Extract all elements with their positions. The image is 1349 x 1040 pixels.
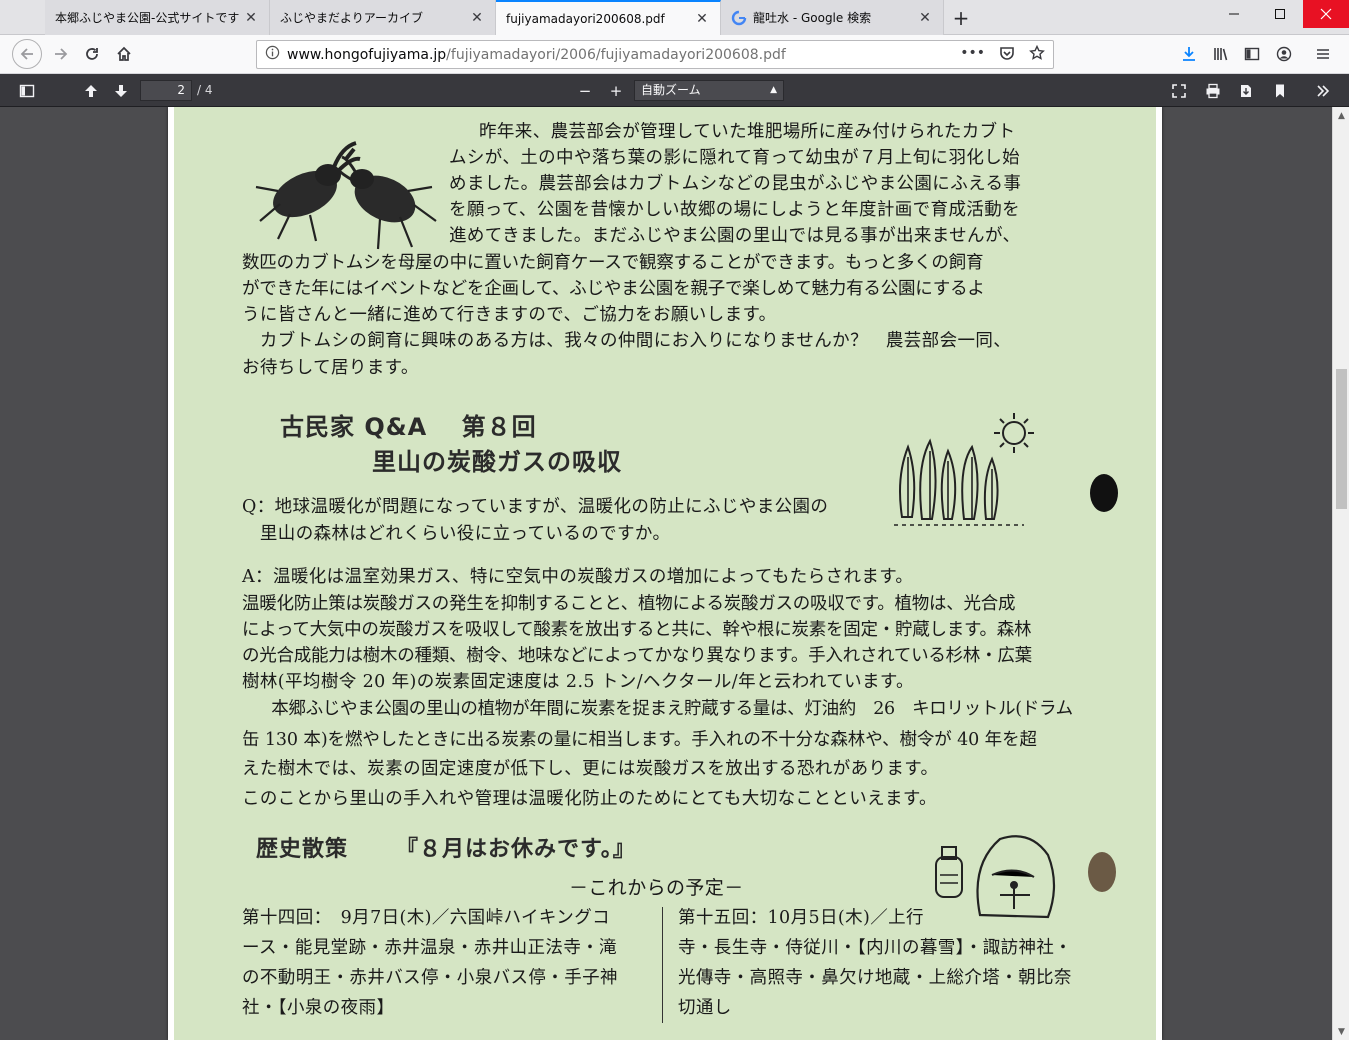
page-number-input[interactable]: 2 (140, 80, 192, 101)
new-tab-button[interactable]: + (944, 0, 978, 35)
history-title: 歴史散策 (256, 837, 349, 862)
pocket-icon[interactable] (999, 45, 1015, 65)
pdf-viewer[interactable]: 昨年来、農芸部会が管理していた堆肥場所に産み付けられたカブト ムシが、土の中や落… (0, 107, 1349, 1040)
punch-hole (1090, 474, 1118, 512)
close-tab-icon[interactable]: ✕ (469, 10, 485, 26)
vertical-scrollbar[interactable]: ▲ ▼ (1332, 107, 1349, 1040)
toggle-sidebar-icon[interactable] (14, 78, 40, 103)
reload-icon[interactable] (77, 39, 107, 69)
url-text[interactable]: www.hongofujiyama.jp/fujiyamadayori/2006… (287, 47, 960, 63)
chevron-updown-icon: ▲ (770, 85, 777, 95)
intro-line: を願って、公園を昔懐かしい故郷の場にしようと年度計画で育成活動を (449, 200, 1021, 220)
bookmark-star-icon[interactable] (1029, 44, 1045, 65)
answer-line: の光合成能力は樹木の種類、樹令、地味などによってかなり異なります。手入れされてい… (242, 646, 1032, 666)
print-icon[interactable] (1200, 78, 1226, 103)
zoom-in-button[interactable]: + (603, 78, 629, 103)
scroll-up-icon[interactable]: ▲ (1333, 107, 1349, 124)
intro-line: うに皆さんと一緒に進めて行きますので、ご協力をお願いします。 (242, 305, 777, 325)
tab-label: ふじやまだよりアーカイブ (280, 11, 424, 25)
forest-illustration (894, 413, 1034, 526)
download-icon[interactable] (1174, 39, 1204, 69)
schedule-left-line: の不動明王・赤井バス停・小泉バス停・手子神 (242, 968, 618, 988)
schedule-right-line: 寺・長生寺・侍従川・【内川の暮雪】・諏訪神社・ (678, 938, 1073, 958)
close-tab-icon[interactable]: ✕ (243, 10, 259, 26)
zoom-select[interactable]: 自動ズーム ▲ (634, 80, 784, 101)
account-icon[interactable] (1269, 39, 1299, 69)
maximize-icon[interactable] (1257, 0, 1303, 28)
schedule-title: －これからの予定－ (569, 877, 744, 899)
answer-line: このことから里山の手入れや管理は温暖化防止のためにとても大切なことといえます。 (242, 789, 937, 809)
bookmark-icon[interactable] (1267, 78, 1293, 103)
previous-page-icon[interactable] (78, 78, 104, 103)
tab-archive[interactable]: ふじやまだよりアーカイブ ✕ (270, 0, 496, 35)
schedule-right-line: 第十五回：10月5日(木)／上行 (678, 908, 924, 928)
url-path: /fujiyamadayori/2006/fujiyamadayori20060… (446, 46, 786, 63)
schedule-right-line: 光傳寺・高照寺・鼻欠け地蔵・上総介塔・朝比奈 (678, 968, 1072, 988)
navigation-toolbar: www.hongofujiyama.jp/fujiyamadayori/2006… (0, 35, 1349, 74)
tab-strip: 本郷ふじやま公園-公式サイトです ✕ ふじやまだよりアーカイブ ✕ fujiya… (0, 0, 1349, 36)
answer-line: 本郷ふじやま公園の里山の植物が年間に炭素を捉まえ貯蔵する量は、灯油約 26 キロ… (254, 699, 1073, 719)
tab-label: fujiyamadayori200608.pdf (506, 12, 665, 26)
pdf-page: 昨年来、農芸部会が管理していた堆肥場所に産み付けられたカブト ムシが、土の中や落… (168, 107, 1162, 1040)
window-close-icon[interactable] (1303, 0, 1349, 28)
tab-hongofujiyama[interactable]: 本郷ふじやま公園-公式サイトです ✕ (45, 0, 270, 35)
scrollbar-thumb[interactable] (1336, 369, 1347, 509)
tab-label: 本郷ふじやま公園-公式サイトです (55, 11, 240, 25)
punch-hole (1088, 852, 1116, 892)
intro-line: めました。農芸部会はカブトムシなどの昆虫がふじやま公園にふえる事 (449, 174, 1022, 194)
schedule-left-line: 第十四回： 9月7日(木)／六国峠ハイキングコ (242, 908, 610, 928)
schedule-left-line: 社・【小泉の夜雨】 (242, 998, 395, 1018)
schedule-left-line: ース・能見堂跡・赤井温泉・赤井山正法寺・滝 (242, 938, 618, 958)
newsletter-paper: 昨年来、農芸部会が管理していた堆肥場所に産み付けられたカブト ムシが、土の中や落… (174, 107, 1156, 1040)
backpack-illustration (935, 835, 1056, 919)
close-tab-icon[interactable]: ✕ (694, 11, 710, 27)
close-tab-icon[interactable]: ✕ (917, 10, 933, 26)
zoom-out-button[interactable]: − (572, 78, 598, 103)
home-icon[interactable] (109, 39, 139, 69)
intro-line: カブトムシの飼育に興味のある方は、我々の仲間にお入りになりませんか？ 農芸部会一… (242, 331, 1012, 351)
tab-label: 龍吐水 - Google 検索 (753, 11, 872, 25)
tools-chevron-icon[interactable] (1310, 78, 1336, 103)
url-host: www.hongofujiyama.jp (287, 46, 447, 63)
answer-line: 温暖化防止策は炭酸ガスの発生を抑制することと、植物による炭酸ガスの吸収です。植物… (242, 594, 1016, 614)
zoom-select-value: 自動ズーム (641, 83, 701, 97)
answer-line: えた樹木では、炭素の固定速度が低下し、更には炭酸ガスを放出する恐れがあります。 (242, 759, 939, 779)
intro-line: ができた年にはイベントなどを企画して、ふじやま公園を親子で楽しめて魅力有る公園に… (242, 279, 985, 299)
library-icon[interactable] (1206, 39, 1236, 69)
menu-icon[interactable] (1308, 39, 1338, 69)
intro-line: ムシが、土の中や落ち葉の影に隠れて育って幼虫が７月上旬に羽化し始 (449, 148, 1021, 168)
qa-subtitle: 里山の炭酸ガスの吸収 (372, 448, 622, 476)
minimize-icon[interactable] (1211, 0, 1257, 28)
intro-line: 昨年来、農芸部会が管理していた堆肥場所に産み付けられたカブト (479, 122, 1016, 142)
url-bar[interactable]: www.hongofujiyama.jp/fujiyamadayori/2006… (256, 40, 1054, 69)
presentation-mode-icon[interactable] (1166, 78, 1192, 103)
answer-line: 缶 130 本)を燃やしたときに出る炭素の量に相当します。手入れの不十分な森林や… (242, 730, 1037, 750)
intro-line: 数匹のカブトムシを母屋の中に置いた飼育ケースで観察することができます。もっと多く… (242, 253, 984, 273)
answer-line: 樹林(平均樹令 20 年)の炭素固定速度は 2.5 トン/ヘクタール/年と云われ… (242, 672, 914, 692)
info-icon[interactable] (257, 45, 287, 64)
next-page-icon[interactable] (108, 78, 134, 103)
save-download-icon[interactable] (1233, 78, 1259, 103)
beetle-illustration (255, 141, 437, 250)
qa-title: 古民家 Q&A 第８回 (280, 413, 537, 441)
intro-line: 進めてきました。まだふじやま公園の里山では見る事が出来ませんが、 (449, 226, 1021, 246)
intro-line: お待ちして居ります。 (242, 358, 419, 378)
tab-google-search[interactable]: 龍吐水 - Google 検索 ✕ (721, 0, 944, 35)
history-note: 『８月はお休みです。』 (396, 837, 636, 862)
back-icon[interactable] (12, 39, 42, 69)
forward-icon[interactable] (46, 39, 76, 69)
schedule-right-line: 切通し (678, 998, 732, 1018)
pdf-toolbar: 2 / 4 − + 自動ズーム ▲ (0, 74, 1349, 107)
page-count: / 4 (197, 83, 213, 97)
question-line: Q：地球温暖化が問題になっていますが、温暖化の防止にふじやま公園の (242, 497, 829, 517)
tab-pdf[interactable]: fujiyamadayori200608.pdf ✕ (496, 0, 721, 36)
google-icon (731, 10, 747, 26)
sidebar-icon[interactable] (1237, 39, 1267, 69)
answer-line: によって大気中の炭酸ガスを吸収して酸素を放出すると共に、幹や根に炭素を固定・貯蔵… (242, 620, 1032, 640)
question-line: 里山の森林はどれくらい役に立っているのですか。 (242, 524, 671, 544)
schedule-divider (662, 907, 663, 1023)
answer-line: A：温暖化は温室効果ガス、特に空気中の炭酸ガスの増加によってもたらされます。 (242, 567, 914, 587)
scroll-down-icon[interactable]: ▼ (1333, 1023, 1349, 1040)
page-actions-icon[interactable]: ••• (960, 45, 985, 65)
